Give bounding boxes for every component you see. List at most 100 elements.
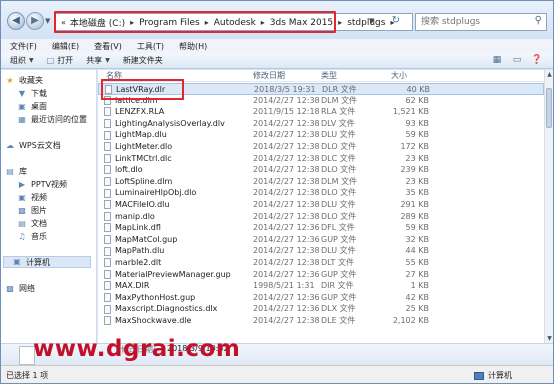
file-name: LENZFX.RLA (115, 107, 165, 117)
file-name: LightMap.dlu (115, 130, 167, 140)
column-type[interactable]: 类型 (321, 70, 337, 82)
help-icon[interactable]: ❓ (529, 55, 545, 67)
file-type: GUP 文件 (321, 292, 357, 302)
file-date: 2014/2/27 12:38 (253, 153, 319, 163)
file-type: DLX 文件 (321, 304, 356, 314)
file-date: 2014/2/27 12:38 (253, 95, 319, 105)
sidebar-item-network[interactable]: ▩ 网络 (5, 283, 35, 294)
sidebar-item-favorites[interactable]: ★ 收藏夹 (5, 75, 43, 86)
file-name-cell: LightingAnalysisOverlay.dlv (104, 118, 250, 130)
file-row[interactable]: MaterialPreviewManager.gup 2014/2/27 12:3… (98, 269, 544, 281)
file-row[interactable]: MaxPythonHost.gup 2014/2/27 12:36 GUP 文件 42… (98, 292, 544, 304)
file-row[interactable]: LightMeter.dlo 2014/2/27 12:38 DLO 文件 172 K… (98, 141, 544, 153)
file-name-cell: LinkTMCtrl.dlc (104, 153, 250, 165)
sidebar-item-desktop[interactable]: ▣ 桌面 (17, 101, 47, 112)
file-icon (104, 281, 111, 291)
menu-help[interactable]: 帮助(H) (179, 41, 207, 52)
file-row[interactable]: loft.dlo 2014/2/27 12:38 DLO 文件 239 KB (98, 164, 544, 176)
scroll-thumb[interactable] (546, 88, 552, 128)
file-name: Maxscript.Diagnostics.dlx (115, 304, 218, 314)
file-row[interactable]: MapMatCol.gup 2014/2/27 12:36 GUP 文件 32 KB (98, 234, 544, 246)
sidebar-item-label: 文档 (31, 219, 47, 228)
file-icon (104, 142, 111, 152)
file-row[interactable]: MapLink.dfl 2014/2/27 12:36 DFL 文件 59 KB (98, 222, 544, 234)
file-row[interactable]: MAX.DIR 1998/5/21 1:31 DIR 文件 1 KB (98, 280, 544, 292)
file-row[interactable]: LENZFX.RLA 2011/9/15 12:18 RLA 文件 1,521 KB (98, 106, 544, 118)
scroll-down-icon[interactable]: ▼ (545, 334, 554, 343)
new-folder-label: 新建文件夹 (122, 56, 163, 65)
file-icon (104, 316, 111, 326)
file-row[interactable]: Maxscript.Diagnostics.dlx 2014/2/27 12:36… (98, 303, 544, 315)
sidebar-item-downloads[interactable]: ▼ 下载 (17, 88, 47, 99)
file-row[interactable]: LightingAnalysisOverlay.dlv 2014/2/27 12:… (98, 118, 544, 130)
open-button[interactable]: □ 打开 (47, 55, 74, 66)
recent-places-icon: ▦ (18, 114, 26, 124)
file-size: 23 KB (405, 176, 429, 186)
breadcrumb-separator-icon[interactable]: ▸ (338, 18, 342, 27)
file-size: 23 KB (405, 153, 429, 163)
file-name: LinkTMCtrl.dlc (115, 153, 172, 163)
search-box[interactable]: ⚲ (415, 13, 547, 31)
file-type: DLE 文件 (321, 315, 356, 325)
refresh-icon[interactable]: ↻ (383, 15, 409, 29)
breadcrumb-item-stdplugs[interactable]: stdplugs (347, 18, 385, 28)
file-name: LuminaireHlpObj.dlo (115, 188, 197, 198)
file-date: 2014/2/27 12:38 (253, 257, 319, 267)
menu-tools[interactable]: 工具(T) (137, 41, 164, 52)
address-dropdown-icon[interactable]: ▼ (369, 17, 374, 25)
file-size: 1 KB (410, 281, 429, 291)
pictures-icon: ▩ (18, 205, 26, 215)
menu-edit[interactable]: 编辑(E) (52, 41, 79, 52)
navigation-pane: ★ 收藏夹 ▼ 下载 ▣ 桌面 ▦ 最近访问的位置 ☁ WPS云文档 ▤ 库 ▶… (1, 70, 97, 365)
file-name-cell: MapPath.dlu (104, 245, 250, 257)
music-icon: ♫ (18, 231, 26, 241)
file-date: 2014/2/27 12:38 (253, 176, 319, 186)
file-size: 93 KB (405, 118, 429, 128)
file-row[interactable]: LuminaireHlpObj.dlo 2014/2/27 12:38 DLO 文件… (98, 187, 544, 199)
organize-button[interactable]: 组织 ▼ (10, 55, 34, 66)
file-row[interactable]: LinkTMCtrl.dlc 2014/2/27 12:38 DLC 文件 23 KB (98, 153, 544, 165)
search-input[interactable] (416, 14, 528, 30)
file-icon (104, 188, 111, 198)
vertical-scrollbar[interactable]: ▲ ▼ (544, 70, 553, 343)
share-button[interactable]: 共享 ▼ (86, 55, 110, 66)
menu-file[interactable]: 文件(F) (10, 41, 37, 52)
file-list: 名称 修改日期 类型 大小 LastVRay.dlr 2018/3/5 19:31… (98, 70, 544, 343)
sidebar-item-pptv[interactable]: ▶ PPTV视频 (17, 179, 67, 190)
search-icon[interactable]: ⚲ (535, 15, 542, 26)
sidebar-item-documents[interactable]: ▤ 文档 (17, 218, 47, 229)
back-button[interactable]: ◀ (7, 12, 25, 30)
sidebar-item-recent[interactable]: ▦ 最近访问的位置 (17, 114, 87, 125)
forward-button[interactable]: ▶ (26, 12, 44, 30)
preview-pane-icon[interactable]: ▭ (509, 55, 525, 67)
file-row[interactable]: MACFileIO.dlu 2014/2/27 12:38 DLU 文件 291 KB (98, 199, 544, 211)
column-size[interactable]: 大小 (391, 70, 407, 82)
sidebar-item-wps[interactable]: ☁ WPS云文档 (5, 140, 61, 151)
file-type: DLC 文件 (321, 153, 356, 163)
file-row[interactable]: MaxShockwave.dle 2014/2/27 12:38 DLE 文件 2,1… (98, 315, 544, 327)
menu-view[interactable]: 查看(V) (94, 41, 122, 52)
file-row[interactable]: LightMap.dlu 2014/2/27 12:38 DLU 文件 59 KB (98, 129, 544, 141)
open-label: 打开 (57, 56, 74, 65)
file-row[interactable]: LoftSpline.dlm 2014/2/27 12:38 DLM 文件 23 KB (98, 176, 544, 188)
new-folder-button[interactable]: 新建文件夹 (123, 55, 163, 66)
file-row[interactable]: marble2.dlt 2014/2/27 12:38 DLT 文件 55 KB (98, 257, 544, 269)
sidebar-item-computer[interactable]: ▣ 计算机 (3, 256, 91, 268)
file-name-cell: manip.dlo (104, 211, 250, 223)
sidebar-item-music[interactable]: ♫ 音乐 (17, 231, 47, 242)
sidebar-item-videos[interactable]: ▣ 视频 (17, 192, 47, 203)
file-row[interactable]: MapPath.dlu 2014/2/27 12:38 DLU 文件 44 KB (98, 245, 544, 257)
sidebar-item-label: 计算机 (26, 257, 50, 267)
recent-pages-dropdown-icon[interactable]: ▼ (45, 17, 50, 25)
sidebar-item-pictures[interactable]: ▩ 图片 (17, 205, 47, 216)
sidebar-item-libraries[interactable]: ▤ 库 (5, 166, 27, 177)
file-name-cell: MaterialPreviewManager.gup (104, 269, 250, 281)
file-name: MapPath.dlu (115, 246, 165, 256)
change-view-icon[interactable]: ▦ (489, 55, 505, 67)
file-row[interactable]: manip.dlo 2014/2/27 12:38 DLO 文件 289 KB (98, 211, 544, 223)
scroll-up-icon[interactable]: ▲ (545, 70, 554, 79)
file-name-cell: Maxscript.Diagnostics.dlx (104, 303, 250, 315)
column-date[interactable]: 修改日期 (253, 70, 285, 82)
file-date: 2014/2/27 12:38 (253, 211, 319, 221)
file-highlight-box (101, 79, 184, 100)
